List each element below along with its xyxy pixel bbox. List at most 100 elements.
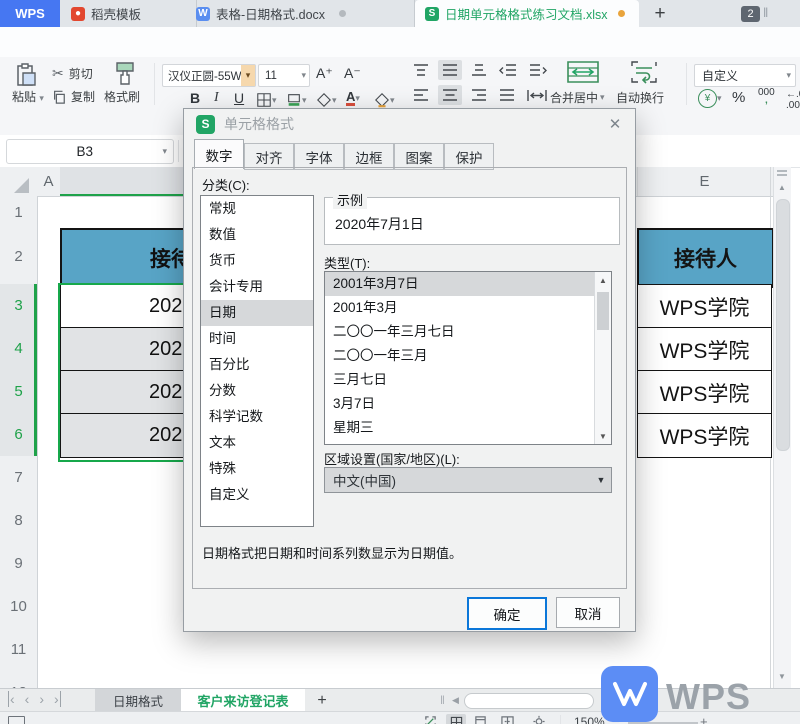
page-break-view-icon[interactable] (500, 715, 515, 724)
dialog-tab-protect[interactable]: 保护 (444, 143, 494, 170)
merge-center-icon[interactable] (566, 60, 600, 84)
prev-sheet-icon[interactable]: ‹ (25, 691, 30, 707)
type-option[interactable]: 2001年3月7日 (325, 272, 595, 296)
column-header-e[interactable]: E (637, 167, 771, 196)
row-header-11[interactable]: 11 (0, 628, 38, 672)
category-time[interactable]: 时间 (201, 326, 313, 352)
type-option[interactable]: 2001年3月 (325, 296, 595, 320)
category-special[interactable]: 特殊 (201, 456, 313, 482)
increase-indent-icon[interactable] (528, 63, 548, 78)
fill-color-button[interactable]: ▾ (286, 92, 307, 108)
dialog-tab-font[interactable]: 字体 (294, 143, 344, 170)
scroll-up-icon[interactable]: ▲ (595, 272, 611, 288)
cell-e2-table-header[interactable]: 接待人 (637, 228, 774, 288)
align-center-icon[interactable] (438, 85, 462, 105)
category-number[interactable]: 数值 (201, 222, 313, 248)
category-custom[interactable]: 自定义 (201, 482, 313, 508)
reading-mode-icon[interactable] (532, 715, 546, 724)
sheet-tab-date-format[interactable]: 日期格式 (95, 689, 181, 712)
dialog-tab-number[interactable]: 数字 (194, 139, 244, 169)
active-spreadsheet-tab[interactable]: S 日期单元格格式练习文档.xlsx (415, 0, 639, 27)
increase-font-button[interactable]: A⁺ (316, 65, 333, 82)
row-header-3[interactable]: 3 (0, 284, 38, 328)
window-count-badge[interactable]: 2 (741, 6, 760, 22)
percent-format-button[interactable]: % (732, 89, 745, 106)
align-bottom-icon[interactable] (470, 63, 488, 78)
align-right-icon[interactable] (470, 88, 488, 103)
italic-button[interactable]: I (214, 90, 219, 106)
row-header-5[interactable]: 5 (0, 370, 38, 414)
borders-button[interactable]: ▾ (256, 92, 277, 108)
decrease-indent-icon[interactable] (498, 63, 518, 78)
cell-e6[interactable]: WPS学院 (637, 413, 772, 458)
category-accounting[interactable]: 会计专用 (201, 274, 313, 300)
hscroll-left-icon[interactable]: ◀ (452, 695, 459, 706)
cell-b5[interactable]: 202 (60, 370, 202, 415)
type-option[interactable]: 星期三 (325, 416, 595, 440)
zoom-level[interactable]: 150% (574, 715, 605, 724)
category-percentage[interactable]: 百分比 (201, 352, 313, 378)
underline-button[interactable]: U (234, 90, 244, 106)
category-fraction[interactable]: 分数 (201, 378, 313, 404)
bold-button[interactable]: B (190, 90, 200, 106)
fit-view-icon[interactable] (424, 715, 437, 724)
row-header-9[interactable]: 9 (0, 542, 38, 586)
type-list-scrollbar[interactable]: ▲ ▼ (594, 272, 611, 444)
column-header-b-selected[interactable] (60, 167, 200, 196)
column-header-a[interactable]: A (37, 167, 60, 196)
type-option[interactable]: 3月7日 (325, 392, 595, 416)
cell-e4[interactable]: WPS学院 (637, 327, 772, 372)
thousands-separator-button[interactable]: 000, (758, 89, 775, 105)
row-header-2[interactable]: 2 (0, 228, 38, 285)
font-name-select[interactable]: 汉仪正圆-55W ▾ (162, 64, 256, 87)
type-option[interactable]: 二〇〇一年三月七日 (325, 320, 595, 344)
justify-icon[interactable] (498, 88, 516, 103)
scroll-down-icon[interactable]: ▼ (595, 428, 611, 444)
name-box[interactable]: B3 ▾ (6, 139, 174, 164)
type-option[interactable]: 三月七日 (325, 368, 595, 392)
font-color-button[interactable]: A▾ (346, 90, 360, 106)
category-scientific[interactable]: 科学记数 (201, 404, 313, 430)
row-header-1[interactable]: 1 (0, 196, 38, 229)
scroll-up-icon[interactable]: ▲ (778, 183, 786, 192)
first-sheet-icon[interactable]: ‹ (8, 691, 15, 707)
number-format-select[interactable]: 自定义 ▾ (694, 64, 796, 87)
shading-button[interactable]: ▾ (316, 92, 337, 108)
row-header-10[interactable]: 10 (0, 585, 38, 629)
scrollbar-thumb[interactable] (597, 292, 609, 330)
close-icon[interactable]: ✕ (603, 114, 627, 134)
distribute-icon[interactable] (526, 88, 548, 103)
cell-b6[interactable]: 202 (60, 413, 202, 458)
select-all-corner[interactable] (14, 178, 29, 193)
vertical-scrollbar[interactable]: ▲ ▼ (773, 167, 791, 688)
copy-button[interactable]: 复制 (52, 88, 95, 105)
row-header-6[interactable]: 6 (0, 413, 38, 457)
horizontal-scrollbar[interactable] (464, 693, 594, 709)
align-middle-icon[interactable] (438, 60, 462, 80)
cell-e3[interactable]: WPS学院 (637, 284, 772, 329)
decimal-button[interactable]: ←.0.00 (786, 89, 800, 111)
cell-b4[interactable]: 202 (60, 327, 202, 372)
currency-format-button[interactable]: ¥ ▾ (698, 89, 722, 108)
cancel-button[interactable]: 取消 (556, 597, 620, 628)
row-header-7[interactable]: 7 (0, 456, 38, 500)
cell-e5[interactable]: WPS学院 (637, 370, 772, 415)
wrap-text-button[interactable]: 自动换行 (616, 89, 664, 106)
ok-button[interactable]: 确定 (467, 597, 547, 630)
type-list[interactable]: 2001年3月7日 2001年3月 二〇〇一年三月七日 二〇〇一年三月 三月七日… (324, 271, 612, 445)
row-header-8[interactable]: 8 (0, 499, 38, 543)
tab-scroll-split-icon[interactable]: ‖ (440, 693, 445, 707)
category-text[interactable]: 文本 (201, 430, 313, 456)
writer-document-tab[interactable]: W 表格-日期格式.docx (186, 0, 415, 27)
cell-b3[interactable]: 202 (60, 284, 202, 329)
scrollbar-thumb[interactable] (776, 199, 790, 451)
split-handle[interactable] (777, 170, 787, 172)
type-option[interactable]: 二〇〇一年三月 (325, 344, 595, 368)
merge-center-button[interactable]: 合并居中▾ (550, 89, 605, 106)
next-sheet-icon[interactable]: › (39, 691, 44, 707)
last-sheet-icon[interactable]: › (54, 691, 61, 707)
locale-caret-icon[interactable]: ▼ (591, 475, 611, 485)
dialog-title-bar[interactable]: S 单元格格式 ✕ (184, 109, 635, 139)
template-store-tab[interactable]: ● 稻壳模板 (61, 0, 197, 27)
category-general[interactable]: 常规 (201, 196, 313, 222)
